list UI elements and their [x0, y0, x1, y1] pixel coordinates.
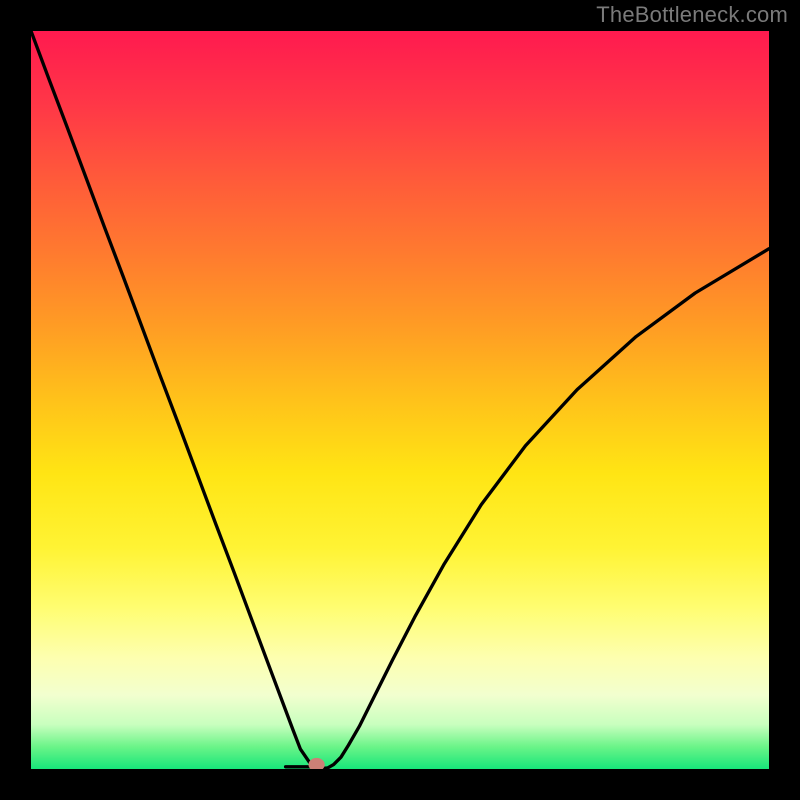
- watermark-text: TheBottleneck.com: [596, 2, 788, 28]
- gradient-background: [31, 31, 769, 769]
- chart-frame: TheBottleneck.com: [0, 0, 800, 800]
- bottleneck-chart: [31, 31, 769, 769]
